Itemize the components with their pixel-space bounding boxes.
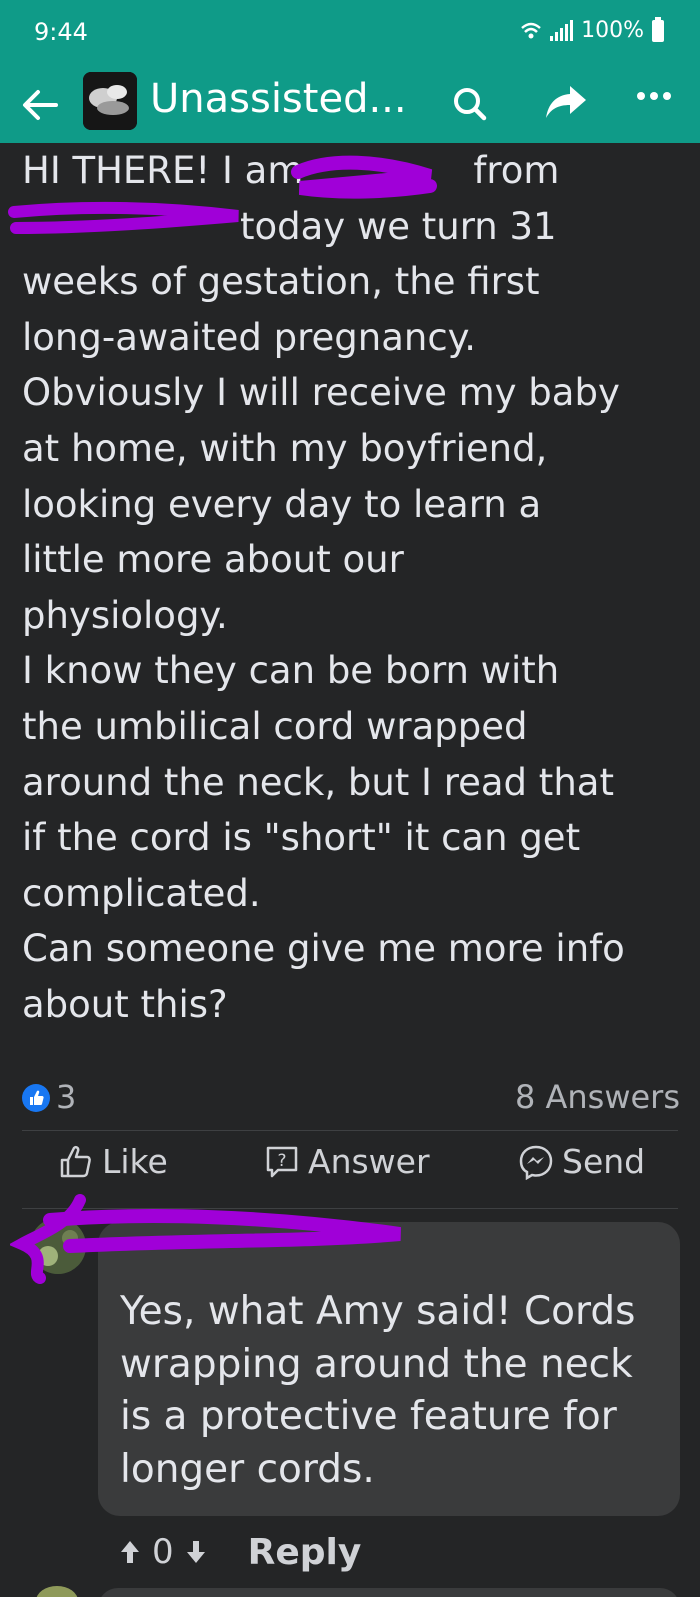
next-comment-bubble (98, 1588, 680, 1597)
app-header: Unassisted... (0, 66, 700, 143)
thumbs-up-icon (60, 1145, 91, 1177)
group-photo-icon (83, 72, 137, 130)
next-commenter-avatar[interactable] (36, 1586, 78, 1597)
status-time: 9:44 (34, 18, 88, 46)
post-line: at home, with my boyfriend, (22, 426, 548, 470)
svg-text:?: ? (277, 1151, 286, 1171)
messenger-icon (519, 1145, 553, 1180)
send-label: Send (562, 1142, 646, 1181)
post-body: HI THERE! I am from today we turn 31 week… (22, 143, 692, 1033)
redaction-scribble (10, 1194, 401, 1284)
vote-count: 0 (152, 1532, 174, 1572)
answer-label: Answer (308, 1142, 430, 1181)
comment-line: is a protective feature for (120, 1394, 617, 1439)
post-line: long-awaited pregnancy. (22, 315, 477, 359)
signal-icon (550, 19, 574, 41)
battery-percent: 100% (581, 18, 644, 43)
status-icons: 100% (520, 16, 664, 43)
redaction-scribble (8, 201, 239, 234)
status-bar: 9:44 100% (0, 0, 700, 66)
screen: 9:44 100% Unassisted... HI THERE! I am f… (0, 0, 700, 1597)
comment-line: wrapping around the neck (120, 1341, 633, 1387)
search-icon[interactable] (450, 84, 490, 124)
reactions-row: 3 8 Answers (22, 1078, 680, 1118)
answer-button[interactable]: ? Answer (264, 1142, 430, 1181)
post-line: if the cord is "short" it can get (22, 816, 581, 860)
post-line: about this? (22, 982, 228, 1026)
upvote-icon[interactable] (118, 1538, 142, 1566)
post-line: little more about our (22, 538, 404, 582)
share-icon[interactable] (544, 82, 588, 122)
comment-line: longer cords. (120, 1446, 375, 1492)
answers-count[interactable]: 8 Answers (515, 1078, 680, 1116)
like-label: Like (102, 1142, 168, 1181)
back-arrow-icon[interactable] (20, 86, 60, 124)
post-line: complicated. (22, 871, 261, 915)
wifi-icon (521, 22, 541, 38)
post-line: around the neck, but I read that (22, 760, 614, 804)
like-reaction-icon[interactable] (22, 1084, 50, 1112)
battery-icon (652, 16, 664, 42)
group-title[interactable]: Unassisted... (150, 74, 407, 124)
post-line: the umbilical cord wrapped (22, 704, 528, 748)
reaction-count[interactable]: 3 (56, 1078, 76, 1116)
downvote-icon[interactable] (184, 1538, 208, 1566)
post-line: Can someone give me more info (22, 927, 625, 971)
reply-button[interactable]: Reply (248, 1532, 362, 1573)
actions-row: Like ? Answer Send (22, 1136, 678, 1196)
more-icon[interactable] (636, 90, 672, 102)
divider (22, 1130, 678, 1131)
question-bubble-icon: ? (266, 1146, 298, 1177)
post-line: looking every day to learn a (22, 482, 542, 526)
post-line: physiology. (22, 593, 228, 637)
redaction-scribble (291, 155, 437, 199)
post-line: Obviously I will receive my baby (22, 371, 620, 415)
vote-row: 0 Reply (118, 1530, 361, 1574)
post-line: weeks of gestation, the first (22, 260, 540, 304)
send-button[interactable]: Send (518, 1142, 645, 1181)
comment-line: Yes, what Amy said! Cords (120, 1289, 636, 1334)
group-avatar[interactable] (83, 72, 137, 130)
comment-text: Yes, what Amy said! Cords wrapping aroun… (120, 1286, 660, 1496)
like-button[interactable]: Like (58, 1142, 168, 1181)
post-line: I know they can be born with (22, 649, 560, 693)
